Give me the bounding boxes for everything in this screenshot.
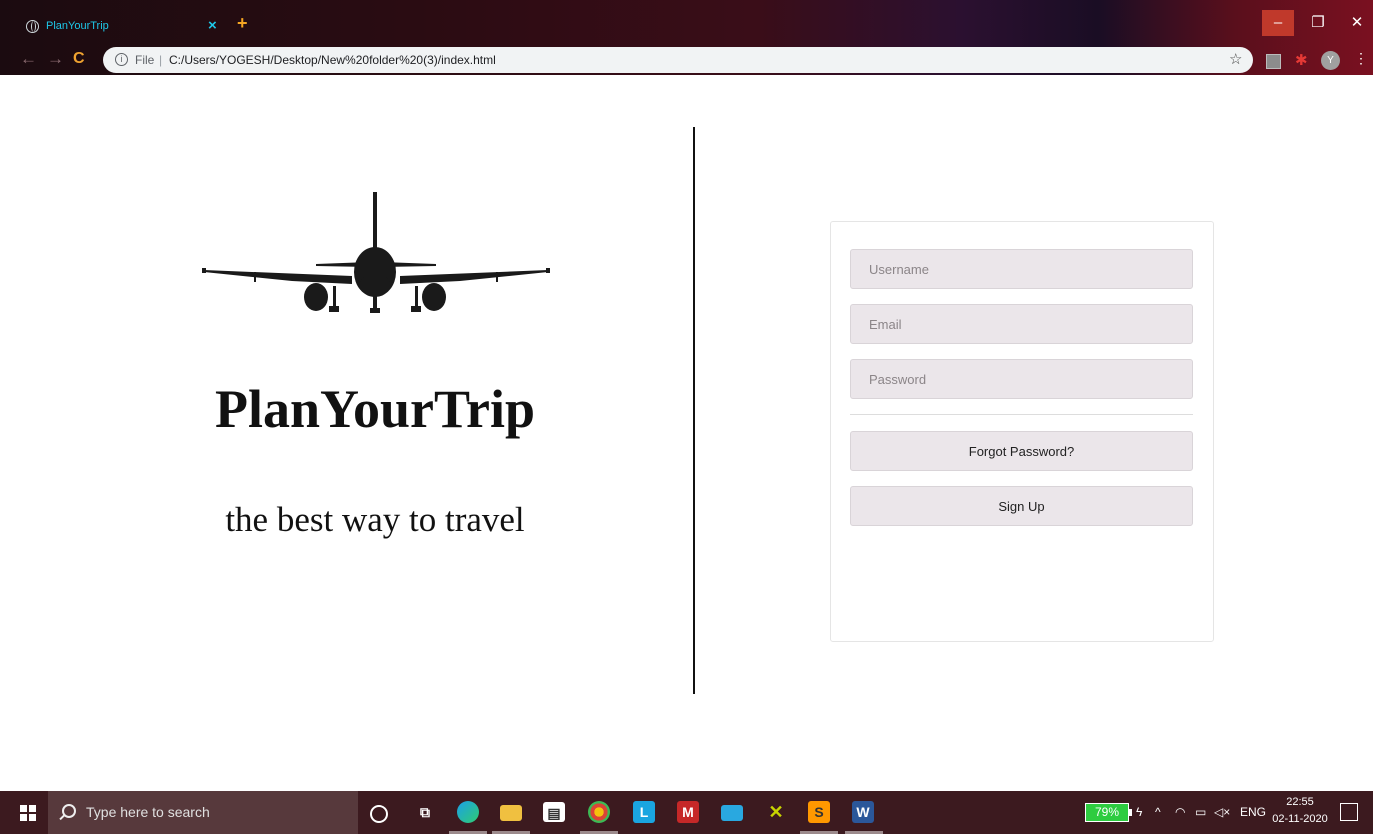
forgot-password-button[interactable]: Forgot Password?	[850, 431, 1193, 471]
address-bar[interactable]: i File | C:/Users/YOGESH/Desktop/New%20f…	[103, 47, 1253, 73]
address-separator: |	[159, 53, 163, 67]
bookmark-star-icon[interactable]: ☆	[1229, 47, 1242, 73]
username-input[interactable]	[850, 249, 1193, 289]
sign-up-button[interactable]: Sign Up	[850, 486, 1193, 526]
minimize-button[interactable]: –	[1262, 10, 1294, 36]
charging-icon: ϟ	[1136, 805, 1143, 819]
sublime-text-icon[interactable]: S	[808, 801, 830, 823]
lens-app-icon[interactable]: L	[633, 801, 655, 823]
address-scheme: File	[135, 53, 155, 67]
browser-menu-icon[interactable]: ⋮	[1354, 50, 1368, 70]
tray-chevron-icon[interactable]: ^	[1155, 791, 1161, 834]
restore-button[interactable]: ❐	[1302, 10, 1334, 36]
language-indicator[interactable]: ENG	[1240, 791, 1266, 834]
vertical-divider	[693, 127, 695, 694]
chrome-icon[interactable]	[588, 801, 610, 823]
mcafee-icon[interactable]: M	[677, 801, 699, 823]
password-input[interactable]	[850, 359, 1193, 399]
brand-title: PlanYourTrip	[214, 379, 536, 439]
task-view-icon[interactable]: ⧉	[414, 801, 436, 823]
browser-tab[interactable]: PlanYourTrip ×	[10, 11, 230, 41]
wifi-icon[interactable]: ◠	[1175, 791, 1185, 834]
forward-button[interactable]: →	[47, 46, 64, 72]
browser-chrome: PlanYourTrip × + – ❐ ✕ ← → C i File | C:…	[0, 0, 1373, 75]
search-icon	[62, 804, 76, 818]
profile-avatar[interactable]: Y	[1321, 51, 1340, 70]
search-placeholder: Type here to search	[86, 804, 210, 820]
cortana-icon[interactable]	[370, 805, 388, 823]
back-button[interactable]: ←	[20, 46, 37, 72]
address-url[interactable]: C:/Users/YOGESH/Desktop/New%20folder%20(…	[169, 47, 496, 73]
battery-indicator[interactable]: 79%	[1085, 803, 1132, 822]
windows-taskbar: Type here to search ⧉ ▤ L M ✕ S W 79% ϟ …	[0, 791, 1373, 834]
mail-icon[interactable]	[721, 805, 743, 821]
form-separator	[850, 414, 1193, 415]
store-icon[interactable]: ▤	[543, 802, 565, 822]
volume-muted-icon[interactable]: ◁×	[1214, 791, 1230, 834]
edge-icon[interactable]	[457, 801, 479, 823]
clock-time: 22:55	[1286, 796, 1314, 808]
info-icon[interactable]: i	[115, 53, 128, 66]
taskbar-search[interactable]: Type here to search	[48, 791, 358, 834]
new-tab-button[interactable]: +	[237, 14, 248, 32]
word-icon[interactable]: W	[852, 801, 874, 823]
extension-calculator-icon[interactable]	[1266, 54, 1281, 69]
close-window-button[interactable]: ✕	[1341, 10, 1373, 36]
tab-close-button[interactable]: ×	[208, 17, 217, 34]
reload-button[interactable]: C	[73, 46, 85, 72]
extension-puzzle-icon[interactable]: ✱	[1295, 51, 1308, 71]
xampp-icon[interactable]: ✕	[765, 801, 787, 823]
signup-form: Forgot Password? Sign Up	[830, 221, 1214, 642]
clock-date: 02-11-2020	[1272, 813, 1328, 825]
battery-tray-icon[interactable]: ▭	[1195, 791, 1206, 834]
airplane-icon	[202, 192, 550, 313]
windows-start-icon[interactable]	[20, 805, 36, 821]
notification-icon[interactable]	[1340, 803, 1358, 821]
tagline: the best way to travel	[225, 500, 525, 539]
email-input[interactable]	[850, 304, 1193, 344]
globe-icon	[26, 20, 39, 33]
tab-title: PlanYourTrip	[46, 20, 109, 32]
taskbar-clock[interactable]: 22:55 02-11-2020	[1270, 794, 1330, 828]
file-explorer-icon[interactable]	[500, 805, 522, 821]
